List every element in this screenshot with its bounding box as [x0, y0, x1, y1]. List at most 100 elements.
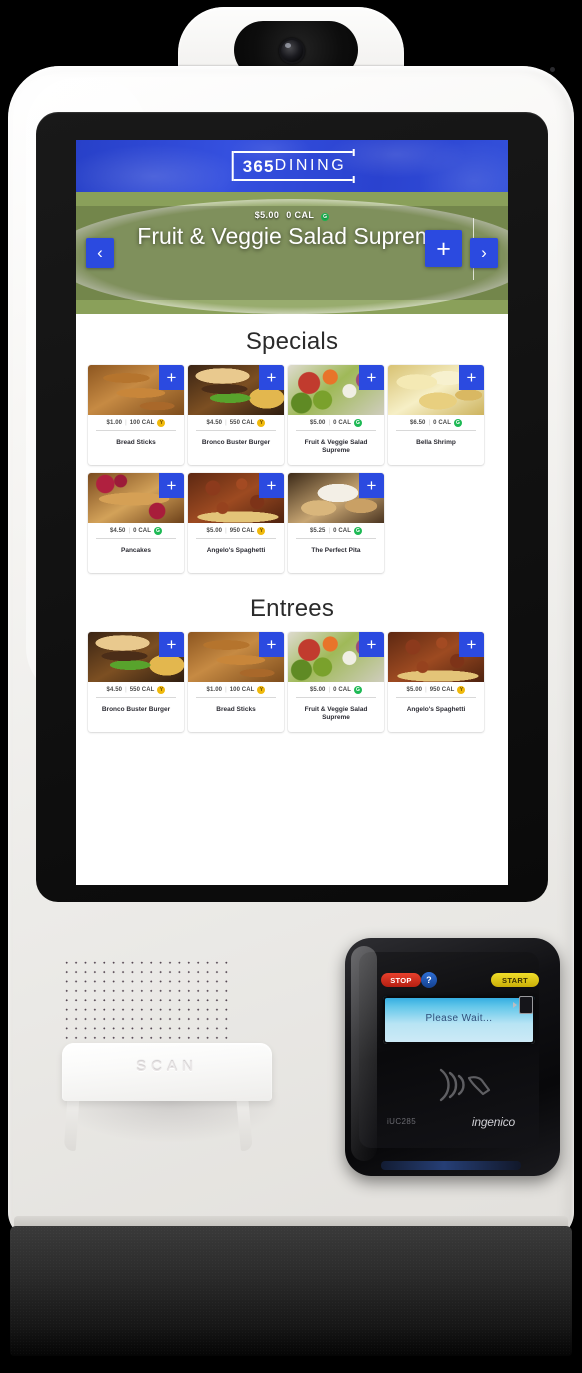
- menu-card[interactable]: + $5.00 | 0 CAL G Fruit & Veggie Salad Supr…: [288, 632, 384, 732]
- card-thumbnail: +: [288, 632, 384, 682]
- barcode-scanner[interactable]: SCAN: [62, 1043, 272, 1101]
- specials-row-1: + $1.00 | 100 CAL Y Bread Sticks + $4.50 | 55…: [76, 365, 508, 465]
- card-price: $4.50: [206, 419, 223, 426]
- card-add-button[interactable]: +: [159, 365, 184, 390]
- card-add-button[interactable]: +: [159, 473, 184, 498]
- card-price-row: $4.50 | 550 CAL Y: [88, 682, 184, 697]
- terminal-model: iUC285: [387, 1117, 417, 1126]
- card-price: $1.00: [106, 419, 123, 426]
- featured-item-carousel[interactable]: $5.00 0 CAL G Fruit & Veggie Salad Supreme…: [76, 192, 508, 314]
- card-add-button[interactable]: +: [259, 365, 284, 390]
- scanner-label: SCAN: [136, 1058, 198, 1075]
- card-name: Fruit & Veggie Salad Supreme: [304, 439, 368, 454]
- menu-card[interactable]: + $5.00 | 950 CAL Y Angelo's Spaghetti: [388, 632, 484, 732]
- menu-card[interactable]: + $4.50 | 0 CAL G Pancakes: [88, 473, 184, 573]
- card-thumbnail: +: [188, 365, 284, 415]
- logo-number: 365: [242, 156, 275, 176]
- card-price-row: $5.00 | 950 CAL Y: [388, 682, 484, 697]
- terminal-brand: ingenico: [471, 1115, 515, 1129]
- card-name: Bronco Buster Burger: [201, 439, 271, 446]
- carousel-prev-icon[interactable]: ‹: [86, 238, 114, 268]
- card-calories: 0 CAL: [333, 419, 352, 426]
- section-title-entrees: Entrees: [249, 595, 335, 622]
- terminal-face: STOP ? START Please Wait... iUC285 ingen…: [359, 952, 539, 1148]
- card-add-button[interactable]: +: [459, 632, 484, 657]
- payment-terminal[interactable]: STOP ? START Please Wait... iUC285 ingen…: [345, 938, 560, 1176]
- carousel-next-icon[interactable]: ›: [470, 238, 498, 268]
- touchscreen[interactable]: 365 DINING $5.00 0 CAL G Fruit & Veggie Sal…: [76, 140, 508, 885]
- menu-card[interactable]: + $5.25 | 0 CAL G The Perfect Pita: [288, 473, 384, 573]
- card-name: Bronco Buster Burger: [101, 706, 171, 713]
- hero-item-title: Fruit & Veggie Salad Supreme: [137, 223, 447, 249]
- card-calories: 0 CAL: [333, 527, 352, 534]
- card-name: Bread Sticks: [116, 439, 156, 446]
- card-thumbnail: +: [288, 473, 384, 523]
- card-add-button[interactable]: +: [459, 365, 484, 390]
- start-button[interactable]: START: [491, 973, 539, 987]
- card-calories: 950 CAL: [429, 686, 455, 693]
- card-price-row: $5.25 | 0 CAL G: [309, 526, 363, 535]
- card-price: $5.00: [406, 686, 423, 693]
- card-price-row: $5.00 | 0 CAL G: [309, 685, 363, 694]
- card-add-button[interactable]: +: [259, 632, 284, 657]
- card-thumbnail: +: [88, 632, 184, 682]
- card-thumbnail: +: [388, 632, 484, 682]
- card-diet-badge: Y: [257, 685, 266, 694]
- terminal-gloss: [351, 946, 377, 1161]
- card-diet-badge: G: [354, 526, 363, 535]
- camera-lens-icon: [279, 38, 305, 64]
- card-thumbnail: +: [188, 632, 284, 682]
- card-price-row: $1.00 | 100 CAL Y: [88, 415, 184, 430]
- card-diet-badge: Y: [257, 526, 266, 535]
- card-name: Angelo's Spaghetti: [206, 547, 266, 554]
- card-add-button[interactable]: +: [359, 365, 384, 390]
- card-price: $4.50: [109, 527, 126, 534]
- speaker-grille: [62, 958, 234, 1044]
- menu-card-placeholder: [388, 473, 484, 573]
- card-thumbnail: +: [88, 473, 184, 523]
- card-calories: 0 CAL: [133, 527, 152, 534]
- hero-diet-badge: G: [321, 213, 330, 221]
- brand-logo: 365 DINING: [231, 149, 354, 183]
- card-price-row: $4.50 | 550 CAL Y: [188, 415, 284, 430]
- menu-card[interactable]: + $5.00 | 950 CAL Y Angelo's Spaghetti: [188, 473, 284, 573]
- card-calories: 100 CAL: [129, 419, 155, 426]
- card-add-button[interactable]: +: [359, 632, 384, 657]
- menu-card[interactable]: + $1.00 | 100 CAL Y Bread Sticks: [88, 365, 184, 465]
- card-diet-badge: Y: [257, 418, 266, 427]
- card-price: $5.00: [309, 419, 326, 426]
- stop-button[interactable]: STOP: [381, 973, 421, 987]
- menu-card[interactable]: + $6.50 | 0 CAL G Bella Shrimp: [388, 365, 484, 465]
- kiosk-device: 365 DINING $5.00 0 CAL G Fruit & Veggie Sal…: [0, 0, 582, 1373]
- card-name: Fruit & Veggie Salad Supreme: [304, 706, 368, 721]
- card-name: Pancakes: [121, 547, 151, 554]
- hero-add-button[interactable]: +: [425, 230, 462, 267]
- specials-row-2: + $4.50 | 0 CAL G Pancakes + $5.00 | 950 CAL Y…: [76, 473, 508, 573]
- card-price: $5.00: [309, 686, 326, 693]
- card-thumbnail: +: [88, 365, 184, 415]
- section-title-specials: Specials: [245, 328, 339, 355]
- menu-card[interactable]: + $1.00 | 100 CAL Y Bread Sticks: [188, 632, 284, 732]
- card-name: Bella Shrimp: [416, 439, 456, 446]
- card-price-row: $4.50 | 0 CAL G: [109, 526, 163, 535]
- card-insert-slot-icon[interactable]: [513, 996, 533, 1014]
- card-thumbnail: +: [388, 365, 484, 415]
- card-thumbnail: +: [188, 473, 284, 523]
- menu-card[interactable]: + $4.50 | 550 CAL Y Bronco Buster Burger: [188, 365, 284, 465]
- card-diet-badge: Y: [157, 418, 166, 427]
- help-button[interactable]: ?: [421, 972, 437, 988]
- entrees-row-1: + $4.50 | 550 CAL Y Bronco Buster Burger + …: [76, 632, 508, 732]
- card-price-row: $5.00 | 0 CAL G: [309, 418, 363, 427]
- card-price: $6.50: [409, 419, 426, 426]
- menu-card[interactable]: + $5.00 | 0 CAL G Fruit & Veggie Salad Supr…: [288, 365, 384, 465]
- card-price-row: $6.50 | 0 CAL G: [409, 418, 463, 427]
- card-diet-badge: G: [154, 526, 163, 535]
- card-calories: 0 CAL: [433, 419, 452, 426]
- card-add-button[interactable]: +: [259, 473, 284, 498]
- card-price-row: $5.00 | 950 CAL Y: [188, 523, 284, 538]
- card-add-button[interactable]: +: [359, 473, 384, 498]
- card-calories: 550 CAL: [129, 686, 155, 693]
- card-add-button[interactable]: +: [159, 632, 184, 657]
- menu-scroll-area[interactable]: Specials + $1.00 | 100 CAL Y Bread Sticks +…: [76, 314, 508, 885]
- menu-card[interactable]: + $4.50 | 550 CAL Y Bronco Buster Burger: [88, 632, 184, 732]
